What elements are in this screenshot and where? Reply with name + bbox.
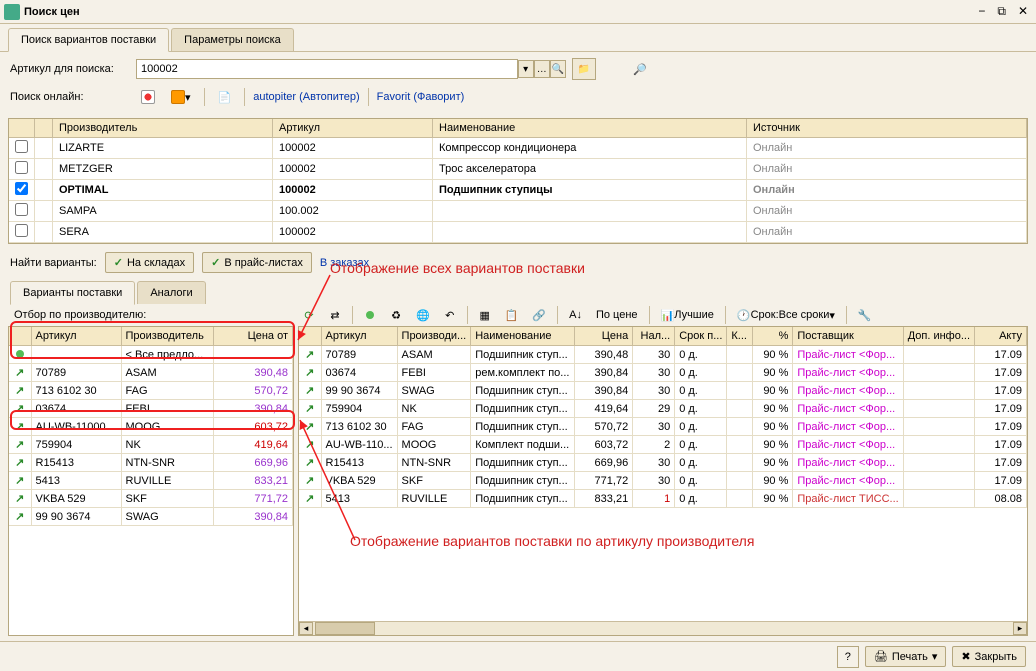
annotation-arrows — [0, 0, 1036, 671]
